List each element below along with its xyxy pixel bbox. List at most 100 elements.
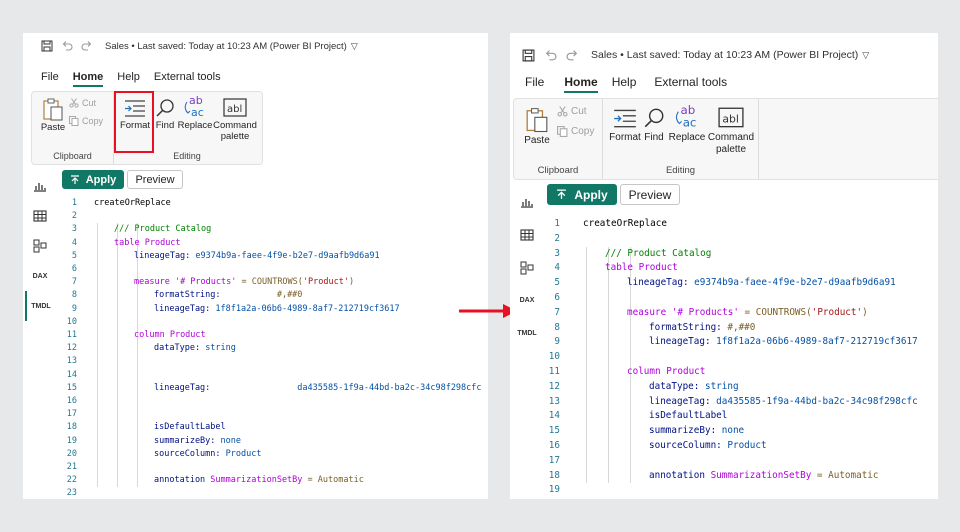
code-line: 14 — [59, 368, 488, 382]
indent-guide — [117, 421, 118, 435]
find-label: Find — [644, 132, 664, 143]
indent-guide — [586, 439, 587, 454]
ribbon: Paste Cut Copy Clipboard Format Find ab … — [513, 98, 938, 180]
preview-button[interactable]: Preview — [620, 184, 680, 205]
code-line: 18 isDefaultLabel — [59, 421, 488, 435]
cut-button[interactable]: Cut — [557, 106, 587, 117]
line-number: 11 — [66, 330, 77, 340]
code-token: da435585-1f9a-44bd-ba2c-34c98f298cfc — [297, 382, 482, 393]
paste-button[interactable]: Paste — [37, 97, 69, 134]
indent-guide — [137, 381, 138, 395]
document-title: Sales • Last saved: Today at 10:23 AM (P… — [591, 49, 859, 61]
preview-button[interactable]: Preview — [127, 170, 183, 189]
code-line: 12 dataType: string — [544, 379, 938, 395]
code-editor[interactable]: 1 createOrReplace 2 3/// Product Catalog 4 ta… — [59, 197, 488, 499]
code-token: SummarizationSetBy — [210, 475, 303, 486]
format-label: Format — [609, 132, 641, 143]
indent-guide — [630, 350, 631, 365]
format-button[interactable]: Format — [609, 106, 641, 144]
code-line: 3 /// Product Catalog — [59, 223, 488, 237]
menu-file[interactable]: File — [41, 71, 59, 87]
menu-external-tools[interactable]: External tools — [654, 75, 727, 93]
line-number: 14 — [548, 410, 560, 422]
menu-home[interactable]: Home — [72, 71, 104, 87]
menu-file[interactable]: File — [525, 75, 544, 93]
dax-query-view-icon[interactable]: DAX — [25, 261, 55, 291]
indent-guide — [97, 461, 98, 475]
code-token: lineageTag: — [627, 277, 695, 289]
line-number: 8 — [71, 290, 77, 301]
table-view-icon[interactable] — [25, 201, 55, 231]
tmdl-view-icon[interactable]: TMDL — [512, 317, 542, 350]
indent-guide — [137, 434, 138, 448]
undo-icon[interactable] — [539, 45, 561, 65]
line-number: 7 — [554, 306, 560, 318]
menu-help[interactable]: Help — [117, 71, 140, 87]
chevron-down-icon[interactable]: ▽ — [351, 41, 358, 52]
indent-guide — [586, 365, 587, 380]
editing-group-label: Editing — [665, 165, 696, 176]
code-line: 17 — [59, 408, 488, 422]
copy-button[interactable]: Copy — [557, 126, 594, 137]
indent-guide — [608, 394, 609, 410]
copy-icon — [69, 116, 79, 126]
indent-guide — [97, 223, 98, 237]
indent-guide — [117, 368, 118, 382]
tmdl-view-icon[interactable]: TMDL — [25, 291, 55, 321]
code-token: 1f8f1a2a-06b6-4989-8af7-212719cf3617 — [215, 303, 400, 314]
tmdl-label: TMDL — [517, 330, 537, 337]
command-palette-icon: abl — [223, 98, 247, 117]
replace-button[interactable]: ab ac Replace — [178, 94, 213, 132]
chevron-down-icon[interactable]: ▽ — [862, 50, 869, 61]
indent-guide — [630, 320, 631, 336]
paste-icon — [43, 98, 63, 121]
menu-home[interactable]: Home — [564, 75, 598, 93]
redo-icon[interactable] — [77, 36, 97, 56]
code-line: 14 isDefaultLabel — [544, 409, 938, 425]
cut-button[interactable]: Cut — [69, 98, 96, 108]
command-palette-button[interactable]: abl Command palette — [707, 106, 755, 155]
find-button[interactable]: Find — [152, 97, 178, 132]
report-view-icon[interactable] — [512, 185, 542, 218]
code-token: = COUNTROWS( — [236, 277, 303, 288]
find-button[interactable]: Find — [641, 106, 667, 144]
command-palette-button[interactable]: abl Command palette — [212, 97, 258, 143]
tmdl-label: TMDL — [31, 302, 51, 310]
report-view-icon[interactable] — [25, 171, 55, 201]
menu-bar: File Home Help External tools — [510, 69, 938, 93]
code-text: annotation SummarizationSetBy = Automati… — [649, 469, 879, 484]
copy-button[interactable]: Copy — [69, 116, 103, 126]
code-token: createOrReplace — [583, 218, 667, 229]
save-icon[interactable] — [517, 45, 539, 65]
indent-guide — [608, 453, 609, 469]
command-palette-label-2: palette — [220, 130, 250, 142]
code-editor[interactable]: 1 createOrReplace 2 3/// Product Catalog 4 ta… — [544, 217, 938, 499]
indent-guide — [630, 291, 631, 306]
indent-guide — [608, 305, 609, 321]
model-view-icon[interactable] — [512, 251, 542, 284]
menu-external-tools[interactable]: External tools — [154, 71, 221, 87]
preview-label: Preview — [135, 173, 175, 186]
save-icon[interactable] — [37, 36, 57, 56]
dax-query-view-icon[interactable]: DAX — [512, 284, 542, 317]
apply-button[interactable]: Apply — [62, 170, 124, 189]
apply-icon — [557, 189, 567, 199]
indent-guide — [608, 365, 609, 380]
paste-icon — [526, 108, 548, 133]
code-token: measure — [134, 277, 175, 288]
indent-guide — [137, 342, 138, 356]
view-rail: DAX TMDL — [23, 171, 57, 499]
indent-guide — [586, 291, 587, 306]
code-token: annotation — [154, 475, 211, 486]
apply-label: Apply — [85, 173, 117, 186]
model-view-icon[interactable] — [25, 231, 55, 261]
undo-icon[interactable] — [57, 36, 77, 56]
table-view-icon[interactable] — [512, 218, 542, 251]
paste-button[interactable]: Paste — [521, 106, 553, 147]
line-number: 11 — [548, 366, 560, 377]
replace-button[interactable]: ab ac Replace — [669, 103, 706, 144]
redo-icon[interactable] — [561, 45, 583, 65]
apply-button[interactable]: Apply — [547, 184, 617, 205]
line-number: 17 — [548, 454, 560, 466]
menu-help[interactable]: Help — [612, 75, 637, 93]
